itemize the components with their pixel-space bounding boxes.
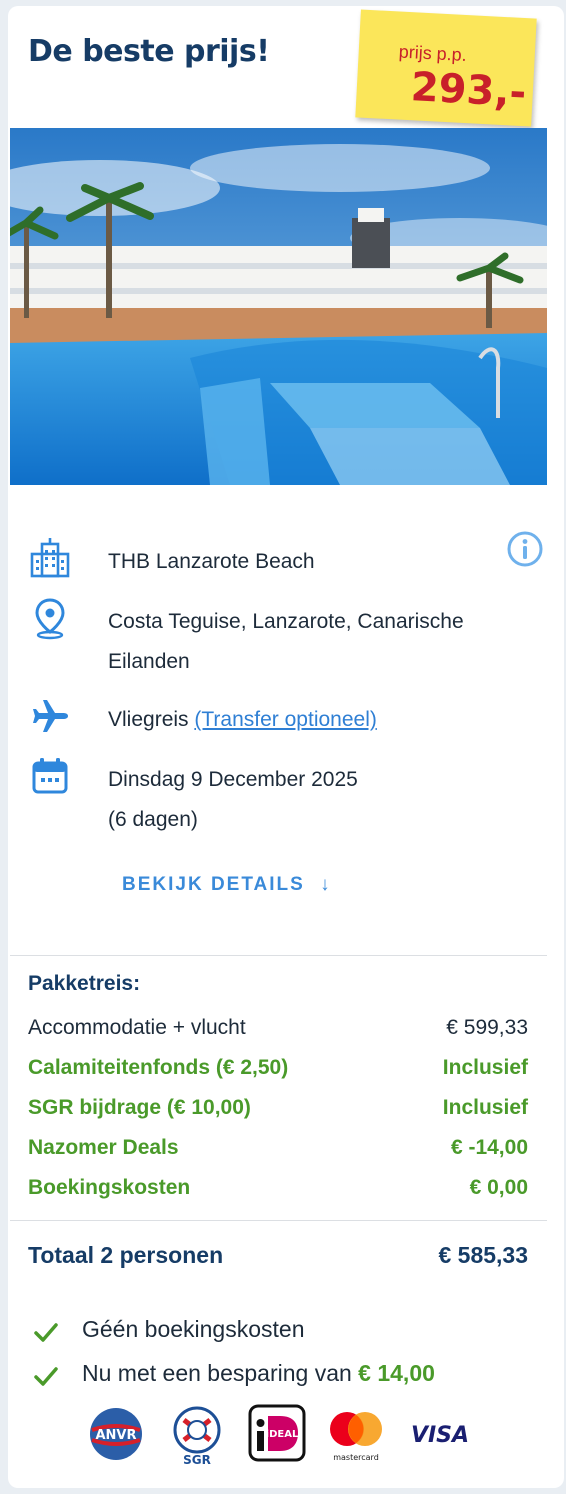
total-value: € 585,33: [438, 1242, 528, 1268]
visa-logo: VISA: [411, 1423, 469, 1448]
hotel-photo[interactable]: [10, 128, 547, 485]
price-line-value: Inclusief: [442, 1056, 528, 1079]
departure-date: Dinsdag 9 December 2025: [108, 768, 358, 791]
transfer-optional-link[interactable]: (Transfer optioneel): [194, 708, 376, 731]
building-icon: [30, 538, 70, 578]
checkmark-icon: [34, 1323, 58, 1342]
mastercard-logo: mastercard: [330, 1412, 382, 1462]
price-line-label: Boekingskosten: [28, 1176, 191, 1199]
travel-type: Vliegreis: [108, 708, 189, 731]
view-details-button[interactable]: BEKIJK DETAILS ↓: [122, 874, 330, 896]
visa-logo-text: VISA: [411, 1423, 469, 1448]
price-line-value: € -14,00: [450, 1136, 528, 1159]
divider: [10, 1220, 547, 1221]
hotel-name: THB Lanzarote Beach: [108, 550, 315, 573]
total-label: Totaal 2 personen: [28, 1242, 224, 1268]
price-line-label: Calamiteitenfonds (€ 2,50): [28, 1056, 289, 1079]
checkmark-icon: [34, 1367, 58, 1386]
price-line-value: Inclusief: [442, 1096, 528, 1119]
price-line-value: € 0,00: [469, 1176, 528, 1199]
location-pin-icon: [35, 598, 65, 640]
location-text: Costa Teguise, Lanzarote, Canarische Eil…: [108, 610, 464, 673]
price-tag-amount: 293,-: [409, 64, 528, 117]
price-line-label: Accommodatie + vlucht: [28, 1016, 246, 1039]
divider: [10, 955, 547, 956]
mastercard-logo-text: mastercard: [333, 1453, 379, 1462]
package-title: Pakketreis:: [28, 972, 141, 995]
ideal-logo: iDEAL: [248, 1404, 306, 1462]
price-tag: prijs p.p. 293,-: [355, 9, 537, 127]
anvr-logo-text: ANVR: [95, 1428, 136, 1443]
benefit-text: Géén boekingskosten: [82, 1316, 305, 1342]
arrow-down-icon: ↓: [320, 874, 330, 895]
airplane-icon: [33, 700, 68, 732]
price-line-label: SGR bijdrage (€ 10,00): [28, 1096, 251, 1119]
view-details-label: BEKIJK DETAILS: [122, 874, 305, 895]
calendar-icon: [32, 758, 68, 794]
price-line-value: € 599,33: [446, 1016, 528, 1039]
trip-duration: (6 dagen): [108, 808, 198, 831]
page-title: De beste prijs!: [28, 34, 270, 69]
anvr-logo: ANVR: [90, 1408, 142, 1460]
savings-amount: € 14,00: [358, 1360, 435, 1386]
benefit-text: Nu met een besparing van: [82, 1360, 352, 1386]
price-line-label: Nazomer Deals: [28, 1136, 179, 1159]
info-icon[interactable]: [506, 530, 544, 568]
ideal-logo-text: iDEAL: [266, 1429, 299, 1440]
sgr-logo: SGR: [173, 1406, 221, 1466]
price-tag-label: prijs p.p.: [398, 41, 468, 66]
sgr-logo-text: SGR: [183, 1453, 211, 1466]
